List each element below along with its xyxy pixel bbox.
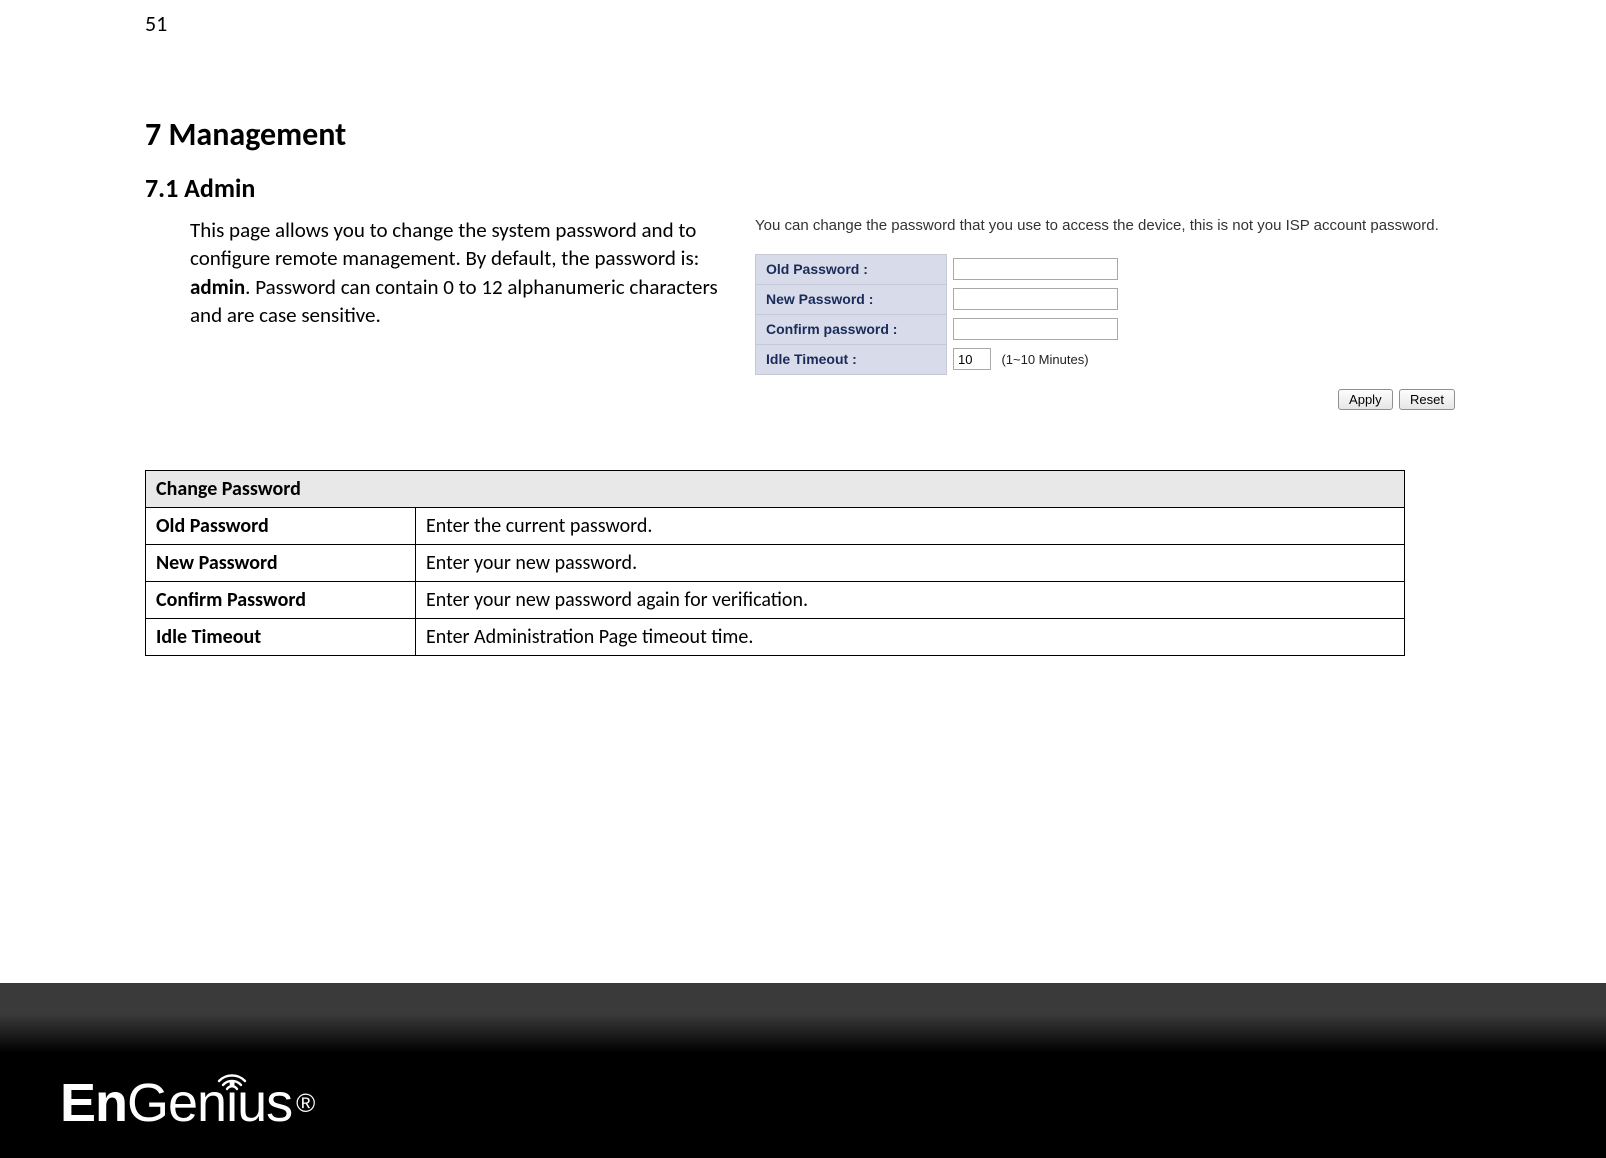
logo-gen: Gen: [127, 1076, 226, 1130]
old-password-input[interactable]: [953, 258, 1118, 280]
val-old-password: Enter the current password.: [416, 507, 1405, 544]
reset-button[interactable]: Reset: [1399, 389, 1455, 410]
row-confirm-password: Confirm password :: [756, 314, 1125, 344]
heading-management: 7 Management: [145, 115, 1465, 154]
table-header-row: Change Password: [146, 470, 1405, 507]
password-form-table: Old Password : New Password : Confirm pa…: [755, 254, 1125, 375]
field-new-password: [947, 284, 1125, 314]
key-idle-timeout: Idle Timeout: [146, 618, 416, 655]
new-password-input[interactable]: [953, 288, 1118, 310]
logo-registered: ®: [296, 1090, 314, 1116]
field-old-password: [947, 254, 1125, 284]
label-new-password: New Password :: [756, 284, 947, 314]
wifi-icon: [215, 1046, 249, 1100]
table-row: Old Password Enter the current password.: [146, 507, 1405, 544]
key-old-password: Old Password: [146, 507, 416, 544]
engenius-logo: EnGenius®: [60, 1076, 314, 1130]
table-header: Change Password: [146, 470, 1405, 507]
change-password-description-table: Change Password Old Password Enter the c…: [145, 470, 1405, 656]
admin-description: This page allows you to change the syste…: [145, 216, 725, 329]
apply-button[interactable]: Apply: [1338, 389, 1393, 410]
table-row: New Password Enter your new password.: [146, 544, 1405, 581]
key-confirm-password: Confirm Password: [146, 581, 416, 618]
main-content: 7 Management 7.1 Admin This page allows …: [145, 115, 1465, 656]
row-new-password: New Password :: [756, 284, 1125, 314]
footer-bar: EnGenius®: [0, 983, 1606, 1158]
desc-default-password: admin: [190, 274, 245, 300]
two-column-layout: This page allows you to change the syste…: [145, 216, 1465, 410]
page-number: 51: [145, 10, 167, 37]
val-confirm-password: Enter your new password again for verifi…: [416, 581, 1405, 618]
val-idle-timeout: Enter Administration Page timeout time.: [416, 618, 1405, 655]
row-old-password: Old Password :: [756, 254, 1125, 284]
idle-timeout-input[interactable]: [953, 348, 991, 370]
table-row: Idle Timeout Enter Administration Page t…: [146, 618, 1405, 655]
button-row: Apply Reset: [755, 389, 1465, 410]
label-confirm-password: Confirm password :: [756, 314, 947, 344]
row-idle-timeout: Idle Timeout : (1~10 Minutes): [756, 344, 1125, 374]
key-new-password: New Password: [146, 544, 416, 581]
confirm-password-input[interactable]: [953, 318, 1118, 340]
field-idle-timeout: (1~10 Minutes): [947, 344, 1125, 374]
field-confirm-password: [947, 314, 1125, 344]
admin-form-screenshot: You can change the password that you use…: [755, 216, 1465, 410]
label-idle-timeout: Idle Timeout :: [756, 344, 947, 374]
label-old-password: Old Password :: [756, 254, 947, 284]
val-new-password: Enter your new password.: [416, 544, 1405, 581]
heading-admin: 7.1 Admin: [145, 172, 1465, 204]
logo-i-wrap: i: [226, 1076, 237, 1130]
form-intro-text: You can change the password that you use…: [755, 216, 1465, 236]
table-row: Confirm Password Enter your new password…: [146, 581, 1405, 618]
logo-en: En: [60, 1076, 127, 1130]
desc-text-2: . Password can contain 0 to 12 alphanume…: [190, 274, 718, 328]
desc-text-1: This page allows you to change the syste…: [190, 217, 699, 271]
idle-timeout-hint: (1~10 Minutes): [1001, 352, 1088, 367]
